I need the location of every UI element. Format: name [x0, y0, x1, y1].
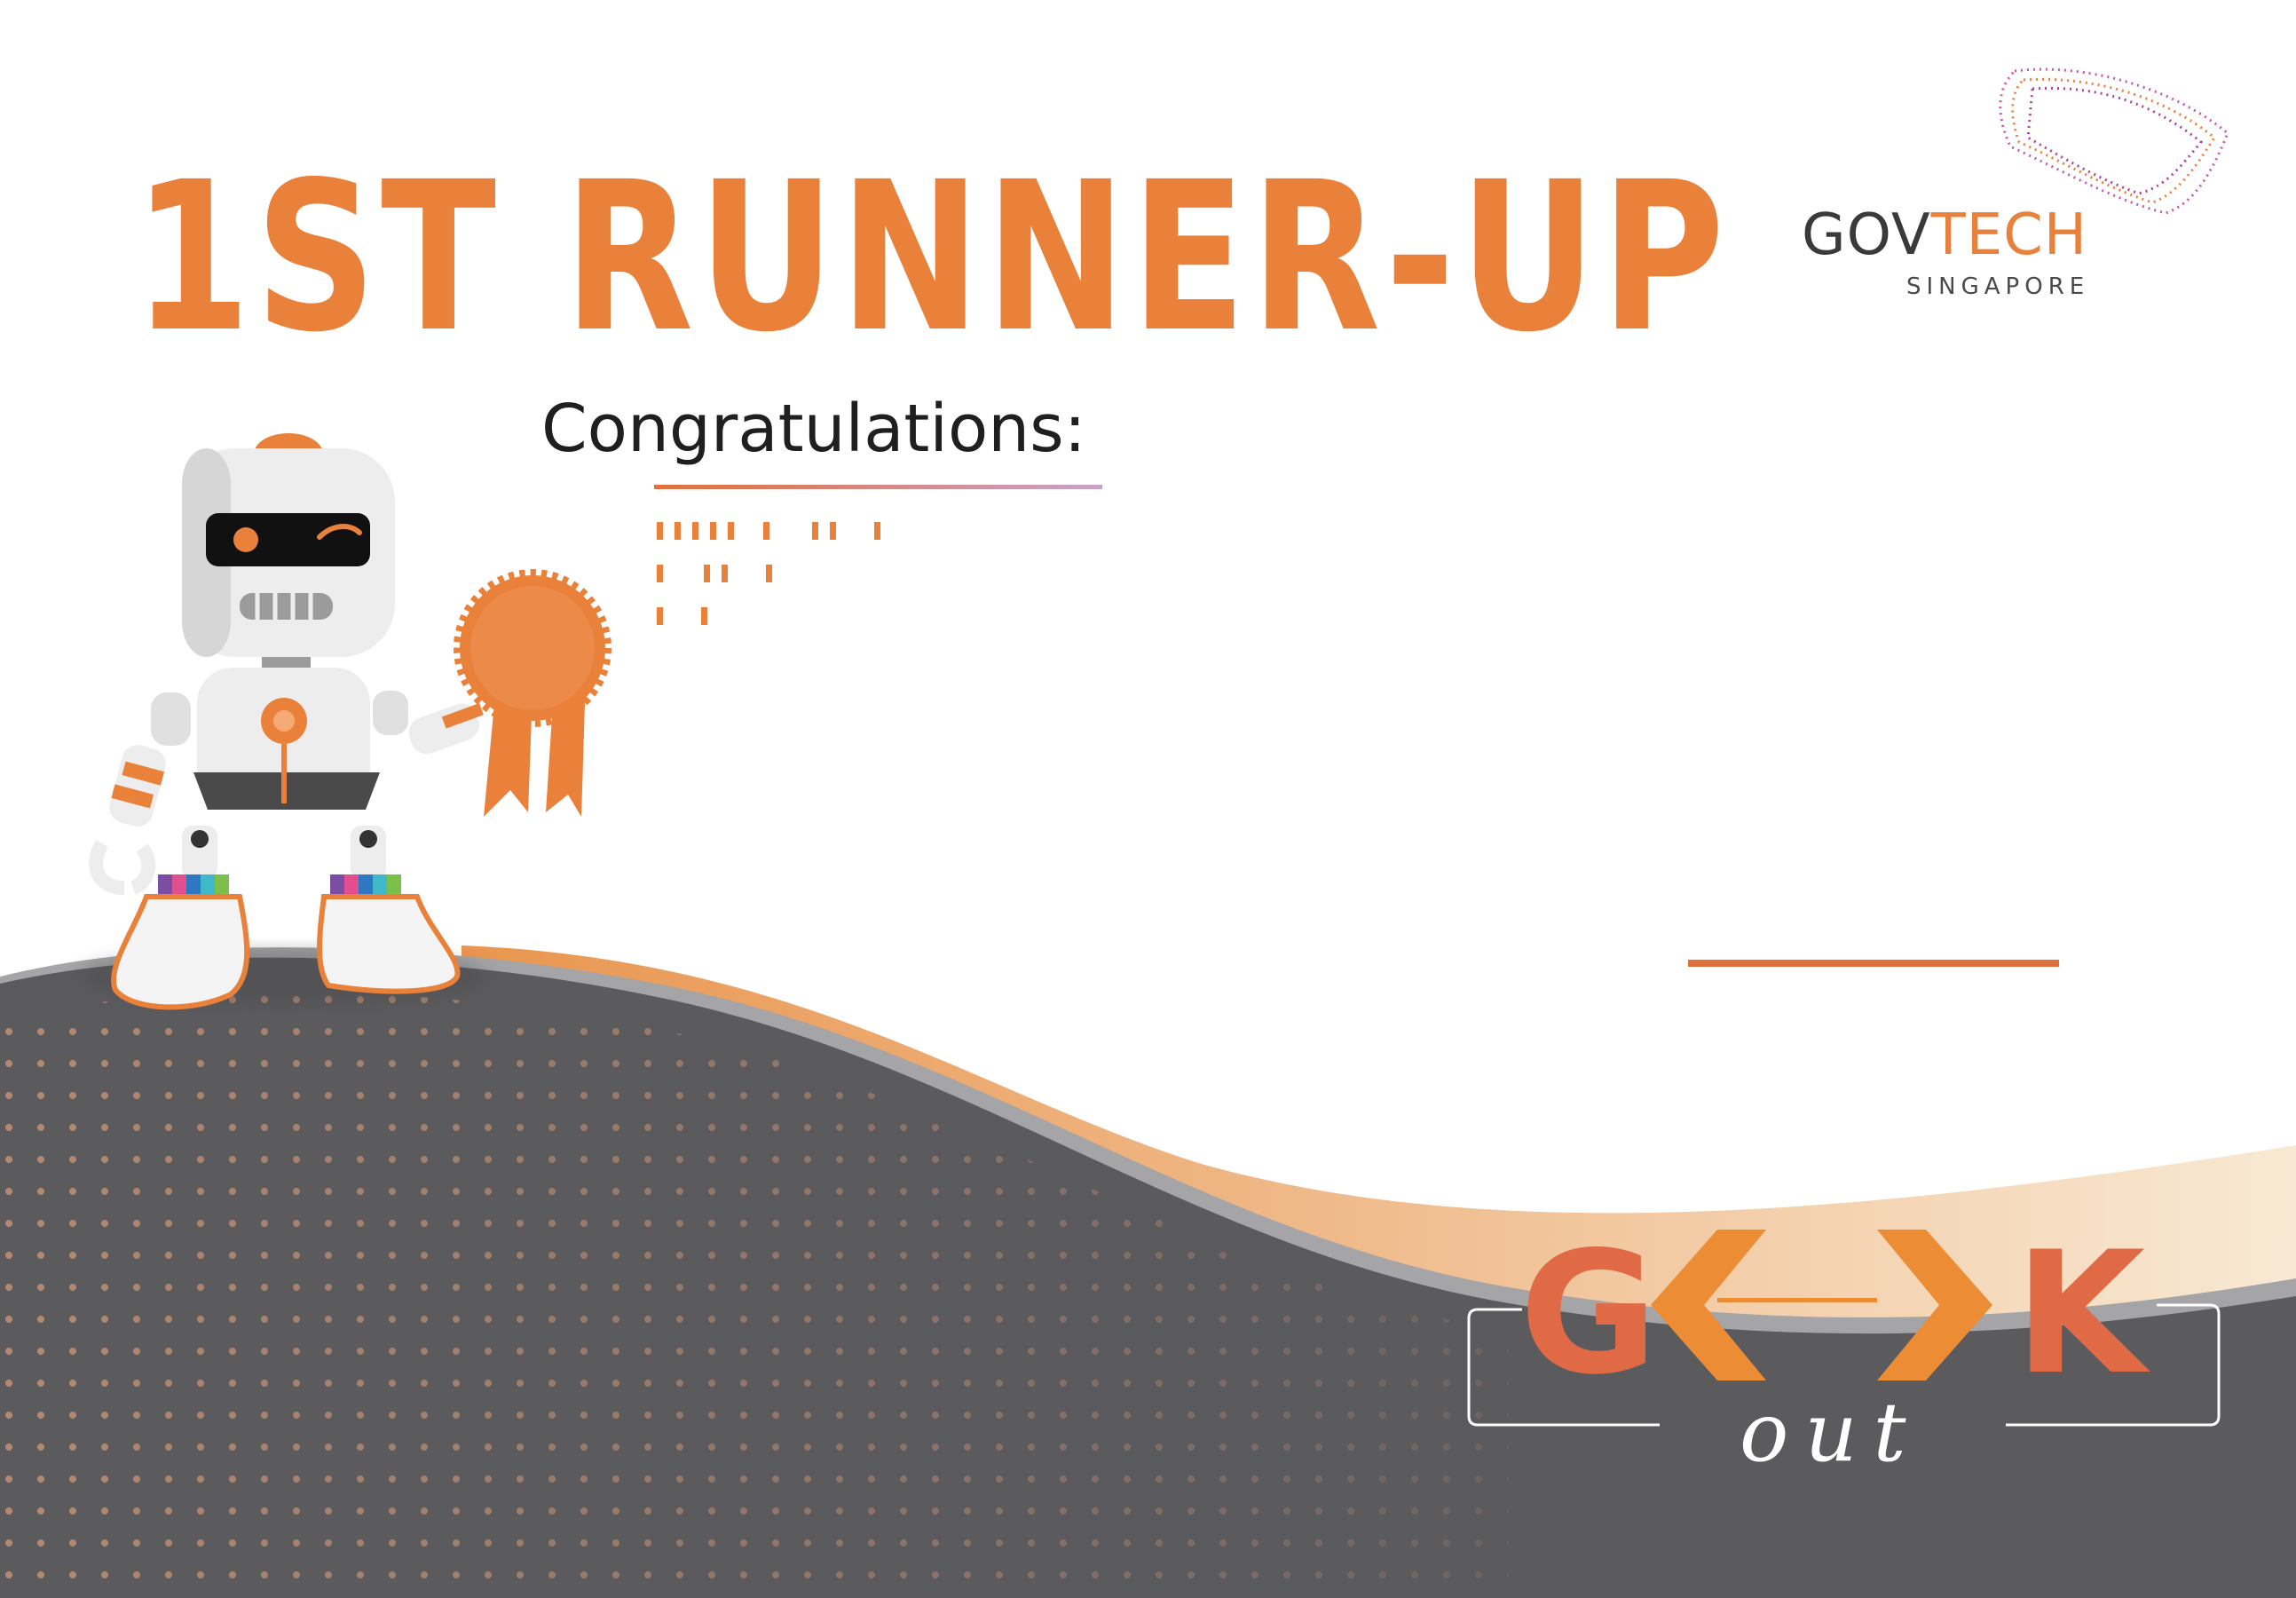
geek-out-sub: out: [1740, 1385, 1922, 1480]
robot-mascot-icon: [80, 433, 488, 1010]
dot-texture: [0, 992, 1509, 1598]
svg-text:K: K: [2015, 1215, 2150, 1412]
certificate-title: 1ST RUNNER-UP: [133, 138, 1730, 377]
signature-line: [1688, 960, 2059, 967]
govtech-word-tech: TECH: [1930, 202, 2087, 268]
svg-text:G: G: [1519, 1215, 1658, 1412]
congratulations-label: Congratulations:: [541, 391, 1086, 467]
govtech-wordmark: GOVTECH: [1802, 202, 2087, 268]
govtech-swoosh-icon: [1999, 67, 2229, 215]
govtech-subtitle: SINGAPORE: [1906, 273, 2090, 300]
govtech-word-gov: GOV: [1802, 202, 1931, 268]
award-rosette-icon: [454, 569, 611, 817]
name-placeholder-marks: [657, 522, 880, 625]
greeting-underline: [654, 485, 1102, 489]
